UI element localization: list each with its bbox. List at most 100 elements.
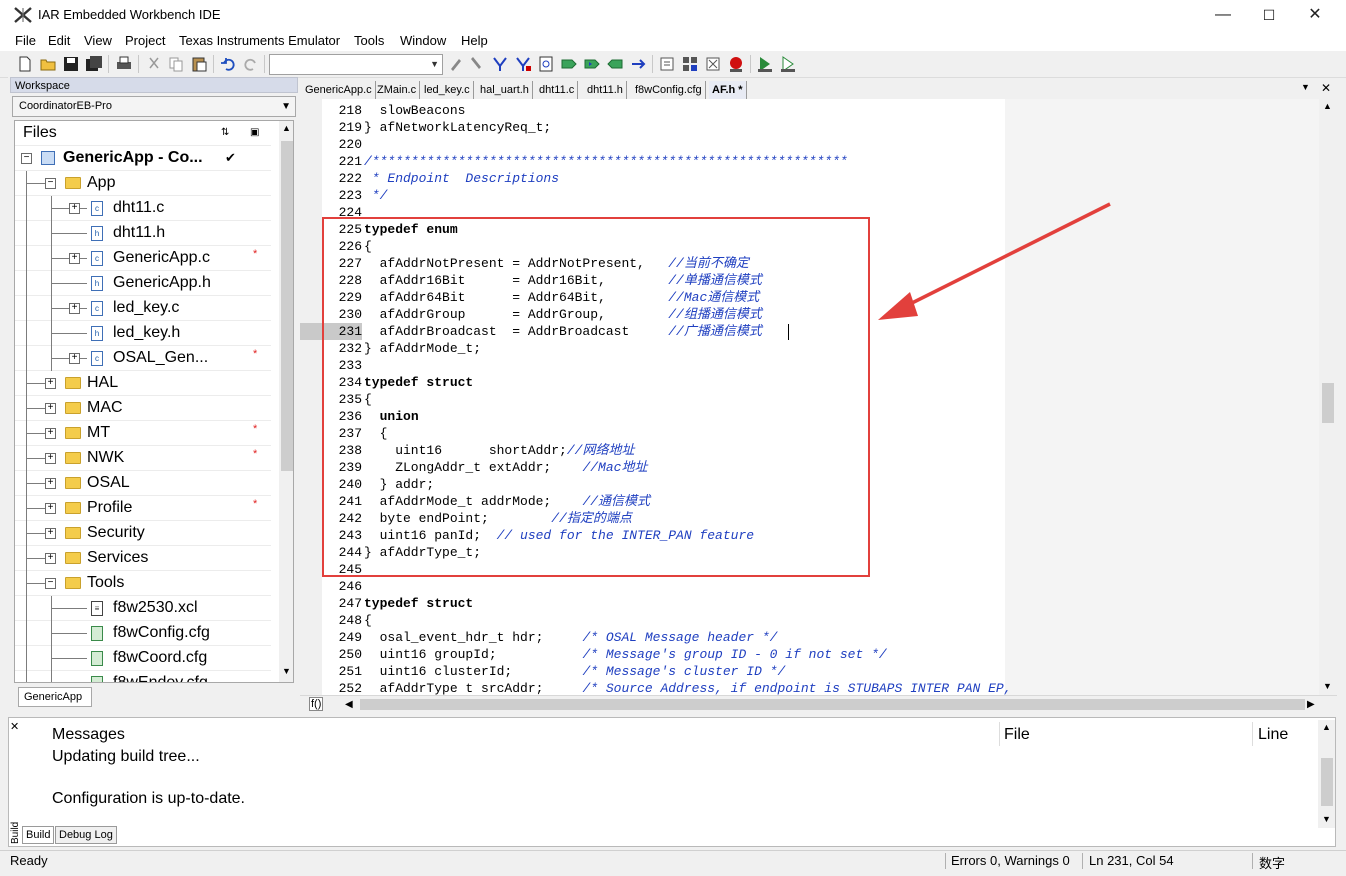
tree-item[interactable]: + HAL	[15, 371, 271, 396]
tree-item[interactable]: + MT *	[15, 421, 271, 446]
tree-item[interactable]: + OSAL	[15, 471, 271, 496]
col-file[interactable]: File	[1004, 726, 1030, 744]
expand-icon[interactable]: +	[45, 378, 56, 389]
save-all-icon[interactable]	[85, 55, 103, 73]
menu-project[interactable]: Project	[125, 33, 165, 48]
editor-horizontal-scrollbar[interactable]: f() ◀ ▶	[300, 695, 1337, 713]
function-navigator[interactable]: f()	[309, 697, 324, 711]
tree-item[interactable]: f8wCoord.cfg	[15, 646, 271, 671]
menu-help[interactable]: Help	[461, 33, 488, 48]
menu-file[interactable]: File	[15, 33, 36, 48]
expand-icon[interactable]: +	[45, 503, 56, 514]
expand-icon[interactable]: +	[45, 403, 56, 414]
menu-edit[interactable]: Edit	[48, 33, 70, 48]
print-icon[interactable]	[115, 55, 133, 73]
collapse-icon[interactable]: −	[45, 578, 56, 589]
tree-item[interactable]: − App	[15, 171, 271, 196]
tree-item[interactable]: + c dht11.c	[15, 196, 271, 221]
message-row[interactable]: Configuration is up-to-date.	[52, 790, 245, 808]
close-tab-icon[interactable]: ✕	[1321, 81, 1331, 95]
make-icon[interactable]	[681, 55, 699, 73]
col-messages[interactable]: Messages	[52, 726, 125, 744]
message-row[interactable]: Updating build tree...	[52, 748, 200, 766]
tree-item[interactable]: − Tools	[15, 571, 271, 596]
tree-item[interactable]: + c led_key.c	[15, 296, 271, 321]
configuration-select[interactable]: CoordinatorEB-Pro ▼	[12, 96, 296, 117]
stop-build-icon[interactable]	[704, 55, 722, 73]
tree-project[interactable]: − GenericApp - Co... ✔	[15, 146, 271, 171]
download-debug-icon[interactable]	[756, 55, 774, 73]
expand-icon[interactable]: +	[45, 428, 56, 439]
scroll-right-icon[interactable]: ▶	[1307, 699, 1315, 710]
tree-item[interactable]: + c GenericApp.c *	[15, 246, 271, 271]
cut-icon[interactable]	[145, 55, 163, 73]
expand-icon[interactable]: +	[69, 303, 80, 314]
tree-item[interactable]: + Profile *	[15, 496, 271, 521]
menu-tools[interactable]: Tools	[354, 33, 384, 48]
messages-scrollbar[interactable]: ▲ ▼	[1318, 720, 1335, 828]
new-file-icon[interactable]	[16, 55, 34, 73]
tree-item[interactable]: h led_key.h	[15, 321, 271, 346]
find-combo[interactable]: ▼	[269, 54, 443, 75]
tree-item[interactable]: + c OSAL_Gen... *	[15, 346, 271, 371]
close-button[interactable]: ✕	[1292, 0, 1338, 30]
menu-window[interactable]: Window	[400, 33, 446, 48]
tree-item[interactable]: + Security	[15, 521, 271, 546]
col-line[interactable]: Line	[1258, 726, 1288, 744]
undo-icon[interactable]	[219, 55, 237, 73]
paste-icon[interactable]	[190, 55, 208, 73]
tab-dht11-h[interactable]: dht11.h	[584, 81, 627, 99]
expand-icon[interactable]: +	[45, 453, 56, 464]
save-icon[interactable]	[62, 55, 80, 73]
workspace-tab[interactable]: GenericApp	[18, 687, 92, 707]
tab-af-h[interactable]: AF.h *	[709, 81, 747, 99]
go-to-icon[interactable]	[537, 55, 555, 73]
editor-vertical-scrollbar[interactable]: ▲ ▼	[1319, 99, 1336, 695]
editor-gutter[interactable]	[300, 99, 322, 695]
find-next-icon[interactable]	[448, 55, 466, 73]
tab-list-icon[interactable]: ▼	[1301, 82, 1310, 92]
tree-item[interactable]: + MAC	[15, 396, 271, 421]
expand-icon[interactable]: +	[69, 353, 80, 364]
collapse-icon[interactable]: −	[45, 178, 56, 189]
breakpoint-icon[interactable]	[727, 55, 745, 73]
expand-icon[interactable]: +	[45, 528, 56, 539]
find-in-files-icon[interactable]	[491, 55, 509, 73]
tab-genericapp-c[interactable]: GenericApp.c	[302, 81, 376, 99]
menu-view[interactable]: View	[84, 33, 112, 48]
find-prev-icon[interactable]	[468, 55, 486, 73]
tree-item[interactable]: + NWK *	[15, 446, 271, 471]
tab-build[interactable]: Build	[22, 826, 55, 844]
tab-f8wconfig-cfg[interactable]: f8wConfig.cfg	[632, 81, 706, 99]
tab-zmain-c[interactable]: ZMain.c	[374, 81, 421, 99]
minimize-button[interactable]: —	[1200, 0, 1246, 30]
expand-icon[interactable]: +	[45, 478, 56, 489]
prev-bookmark-icon[interactable]	[606, 55, 624, 73]
debug-without-download-icon[interactable]	[779, 55, 797, 73]
tab-hal-uart-h[interactable]: hal_uart.h	[477, 81, 533, 99]
close-panel-icon[interactable]: ✕	[10, 720, 22, 733]
collapse-icon[interactable]: −	[21, 153, 32, 164]
tab-dht11-c[interactable]: dht11.c	[536, 81, 579, 99]
bookmark-icon[interactable]	[560, 55, 578, 73]
copy-icon[interactable]	[167, 55, 185, 73]
redo-icon[interactable]	[242, 55, 260, 73]
tree-item[interactable]: h dht11.h	[15, 221, 271, 246]
tab-led-key-c[interactable]: led_key.c	[421, 81, 474, 99]
navigate-icon[interactable]	[629, 55, 647, 73]
tree-item[interactable]: f8wConfig.cfg	[15, 621, 271, 646]
replace-icon[interactable]	[514, 55, 532, 73]
tree-item[interactable]: ≡ f8w2530.xcl	[15, 596, 271, 621]
compile-icon[interactable]	[658, 55, 676, 73]
options-icon[interactable]: ▣	[250, 127, 259, 138]
tab-debug-log[interactable]: Debug Log	[55, 826, 117, 844]
expand-icon[interactable]: +	[45, 553, 56, 564]
expand-icon[interactable]: +	[69, 203, 80, 214]
tree-item[interactable]: f8wEndev.cfg	[15, 671, 271, 682]
tree-item[interactable]: + Services	[15, 546, 271, 571]
next-bookmark-icon[interactable]	[583, 55, 601, 73]
open-folder-icon[interactable]	[39, 55, 57, 73]
maximize-button[interactable]: ☐	[1246, 0, 1292, 30]
sort-icon[interactable]: ⇅	[221, 127, 229, 138]
tree-scrollbar[interactable]: ▲ ▼	[279, 121, 293, 682]
